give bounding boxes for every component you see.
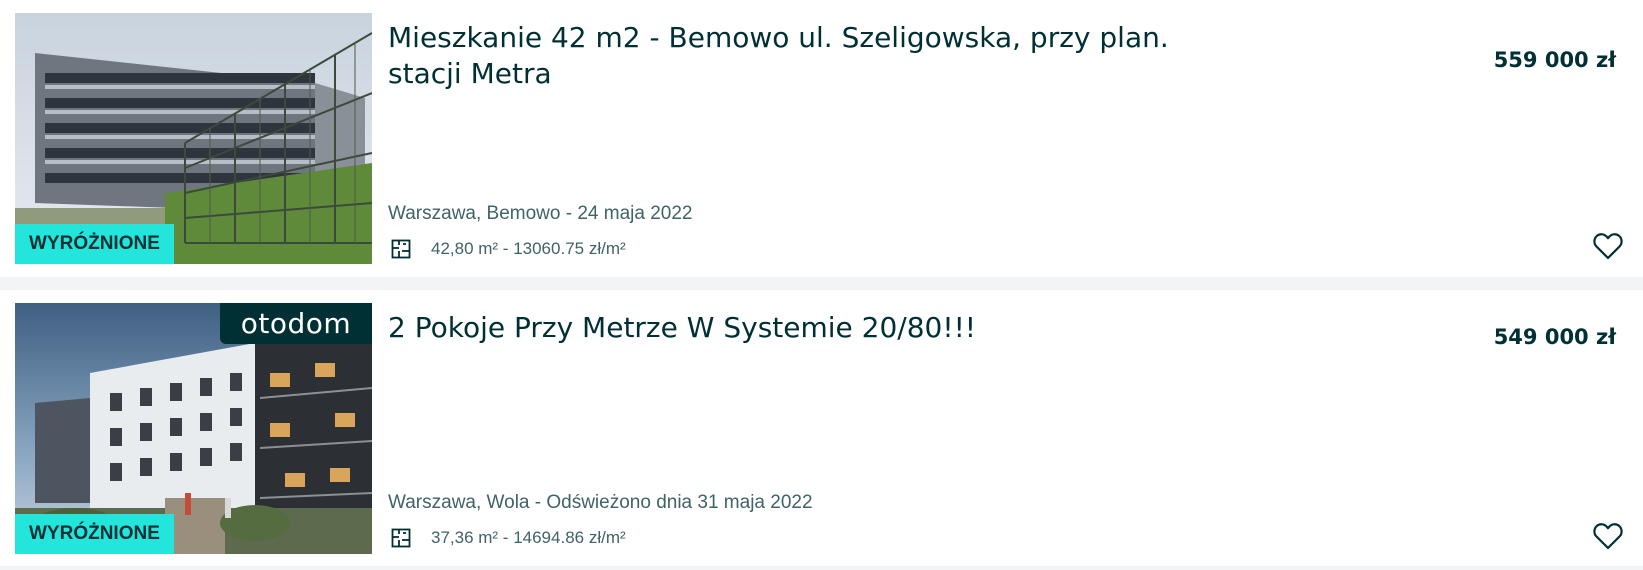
listing-location-date: Warszawa, Wola - Odświeżono dnia 31 maja…	[388, 492, 813, 513]
listing-title[interactable]: Mieszkanie 42 m2 - Bemowo ul. Szeligowsk…	[388, 20, 1228, 92]
featured-badge: WYRÓŻNIONE	[15, 224, 174, 264]
listing-card[interactable]: otodom WYRÓŻNIONE 2 Pokoje Przy Metrze W…	[0, 290, 1643, 566]
featured-badge: WYRÓŻNIONE	[15, 514, 174, 554]
listing-area-price-per-m2: 37,36 m² - 14694.86 zł/m²	[431, 528, 626, 547]
listing-location-date: Warszawa, Bemowo - 24 maja 2022	[388, 203, 693, 224]
listing-card[interactable]: WYRÓŻNIONE Mieszkanie 42 m2 - Bemowo ul.…	[0, 0, 1643, 277]
listing-area-row: 37,36 m² - 14694.86 zł/m²	[391, 528, 626, 548]
listing-title[interactable]: 2 Pokoje Przy Metrze W Systemie 20/80!!!	[388, 310, 1228, 346]
heart-outline-icon[interactable]	[1593, 522, 1623, 550]
floor-plan-icon	[391, 528, 411, 548]
listing-area-price-per-m2: 42,80 m² - 13060.75 zł/m²	[431, 239, 626, 258]
floor-plan-icon	[391, 239, 411, 259]
heart-outline-icon[interactable]	[1593, 232, 1623, 260]
otodom-logo: otodom	[220, 303, 372, 344]
listing-price: 559 000 zł	[1493, 48, 1616, 72]
listing-area-row: 42,80 m² - 13060.75 zł/m²	[391, 239, 626, 259]
listing-price: 549 000 zł	[1493, 325, 1616, 349]
listing-photo[interactable]: otodom WYRÓŻNIONE	[15, 303, 372, 554]
listing-photo[interactable]: WYRÓŻNIONE	[15, 13, 372, 264]
